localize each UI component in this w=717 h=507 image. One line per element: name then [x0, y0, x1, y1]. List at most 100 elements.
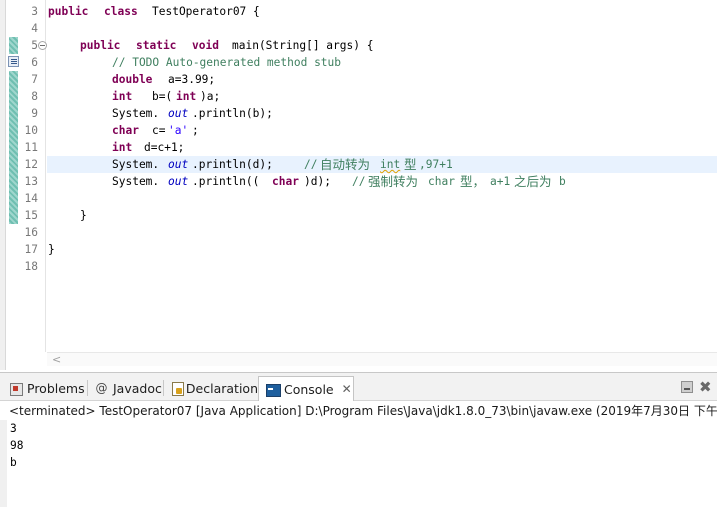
code-token: )a;: [200, 90, 221, 103]
code-editor[interactable]: 3 4 5 6 7 8 9 10 11 12 13 14 15 16 17 18…: [0, 0, 717, 370]
code-comment: 自动转为: [320, 157, 371, 172]
code-token: out: [168, 175, 189, 188]
code-line[interactable]: double a=3.99;: [47, 71, 717, 88]
code-line[interactable]: public static void main(String[] args) {: [47, 37, 717, 54]
code-token: }: [48, 243, 55, 256]
console-output[interactable]: 3 98 b: [0, 420, 717, 507]
code-line[interactable]: int d=c+1;: [47, 139, 717, 156]
code-comment: 之后为: [514, 174, 552, 189]
tab-label: Javadoc: [113, 380, 162, 396]
code-token: System.: [112, 175, 160, 188]
code-token: .println(b);: [192, 107, 273, 120]
code-comment: char: [428, 175, 455, 188]
code-text-area[interactable]: public class TestOperator07 { public sta…: [47, 0, 717, 352]
minimize-icon[interactable]: [681, 381, 693, 393]
code-line[interactable]: int b=( int )a;: [47, 88, 717, 105]
console-line: b: [10, 456, 17, 469]
tab-console[interactable]: Console ✕: [258, 376, 354, 401]
line-number: 11: [24, 141, 38, 154]
code-token: c=: [152, 124, 166, 137]
line-number: 3: [31, 5, 38, 18]
fold-collapse-icon[interactable]: [38, 41, 47, 50]
code-token: 'a': [168, 124, 189, 137]
close-icon[interactable]: ✕: [342, 382, 352, 396]
code-line[interactable]: public class TestOperator07 {: [47, 3, 717, 20]
code-token: int: [112, 90, 133, 103]
code-token: char: [112, 124, 139, 137]
code-token: System.: [112, 158, 160, 171]
line-number: 17: [24, 243, 38, 256]
line-number: 12: [24, 158, 38, 171]
editor-left-border: [0, 0, 6, 370]
code-line[interactable]: }: [47, 241, 717, 258]
code-token: main(String[] args) {: [232, 39, 374, 52]
code-comment: int: [380, 158, 401, 171]
code-token: char: [272, 175, 299, 188]
tab-javadoc[interactable]: @ Javadoc: [88, 376, 164, 400]
code-line[interactable]: }: [47, 207, 717, 224]
code-line-current[interactable]: System. out .println(d); // 自动转为 int 型 ,…: [47, 156, 717, 173]
line-number: 16: [24, 226, 38, 239]
code-comment: a+1: [490, 175, 511, 188]
code-token: out: [168, 158, 189, 171]
code-token: .println((: [192, 175, 260, 188]
console-icon: [265, 382, 281, 397]
code-line[interactable]: System. out .println(( char )d); // 强制转为…: [47, 173, 717, 190]
code-line[interactable]: char c= 'a' ;: [47, 122, 717, 139]
code-token: public: [48, 5, 89, 18]
horizontal-scrollbar[interactable]: <: [47, 352, 717, 366]
code-token: .println(d);: [192, 158, 273, 171]
code-token: out: [168, 107, 189, 120]
line-number: 4: [31, 22, 38, 35]
change-marker: [9, 37, 18, 54]
code-token: }: [80, 209, 87, 222]
tab-label: Console: [284, 381, 334, 397]
code-comment: //: [304, 158, 318, 171]
maximize-icon[interactable]: ✖: [699, 378, 712, 396]
code-token: a=3.99;: [168, 73, 216, 86]
code-comment: b: [559, 175, 566, 188]
code-token: int: [112, 141, 133, 154]
line-number: 10: [24, 124, 38, 137]
tab-problems[interactable]: Problems: [2, 376, 88, 400]
code-token: ;: [192, 124, 199, 137]
tab-label: Problems: [27, 380, 85, 396]
code-token: class: [104, 5, 138, 18]
code-token: double: [112, 73, 153, 86]
code-line[interactable]: System. out .println(b);: [47, 105, 717, 122]
code-token: void: [192, 39, 219, 52]
line-number: 9: [31, 107, 38, 120]
code-comment: 型: [404, 157, 417, 172]
change-marker: [9, 71, 18, 224]
line-number: 13: [24, 175, 38, 188]
tab-label: Declaration: [185, 380, 258, 396]
scroll-left-arrow-icon[interactable]: <: [52, 353, 61, 366]
problems-icon: [8, 381, 23, 396]
code-token: d=c+1;: [144, 141, 185, 154]
line-number: 8: [31, 90, 38, 103]
code-line[interactable]: // TODO Auto-generated method stub: [47, 54, 717, 71]
panel-window-controls: ✖: [677, 378, 717, 397]
line-number: 5: [31, 39, 38, 52]
console-line: 3: [10, 422, 17, 435]
code-token: static: [136, 39, 177, 52]
line-number: 7: [31, 73, 38, 86]
code-comment: //: [352, 175, 366, 188]
console-line: 98: [10, 439, 24, 452]
code-comment: 强制转为: [368, 174, 419, 189]
code-token: b=(: [152, 90, 173, 103]
code-token: TestOperator07 {: [152, 5, 260, 18]
views-panel: Problems @ Javadoc Declaration Console ✕…: [0, 372, 717, 507]
line-number-gutter: 3 4 5 6 7 8 9 10 11 12 13 14 15 16 17 18: [20, 0, 47, 352]
line-number: 15: [24, 209, 38, 222]
tab-declaration[interactable]: Declaration: [164, 376, 258, 400]
declaration-icon: [170, 381, 184, 396]
console-description: <terminated> TestOperator07 [Java Applic…: [0, 402, 717, 420]
code-comment: 型，: [460, 174, 486, 189]
line-number: 18: [24, 260, 38, 273]
task-marker-icon[interactable]: [8, 56, 19, 67]
change-ruler: [7, 0, 20, 352]
line-number: 6: [31, 56, 38, 69]
line-number: 14: [24, 192, 38, 205]
view-tab-bar: Problems @ Javadoc Declaration Console ✕…: [0, 373, 717, 401]
